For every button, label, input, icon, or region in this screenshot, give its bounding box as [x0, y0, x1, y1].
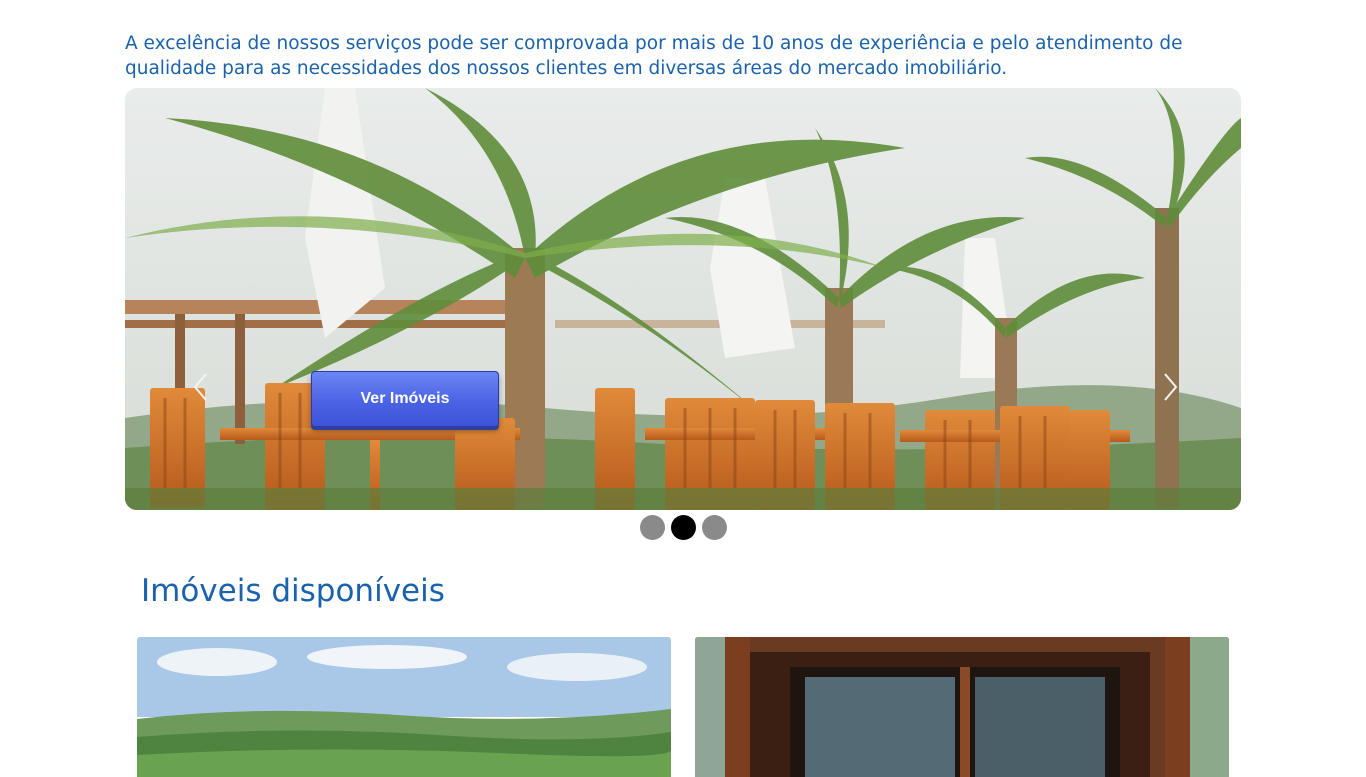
- property-image-landscape: [137, 637, 671, 777]
- hero-carousel[interactable]: Ver Imóveis: [125, 88, 1241, 510]
- view-properties-button[interactable]: Ver Imóveis: [311, 371, 499, 427]
- carousel-prev-button[interactable]: [191, 371, 211, 403]
- carousel-dot-3[interactable]: [702, 515, 727, 540]
- property-card-2[interactable]: [695, 637, 1229, 777]
- chevron-right-icon: [1164, 373, 1178, 401]
- chevron-left-icon: [193, 373, 207, 401]
- carousel-slide-image: [125, 88, 1241, 510]
- property-image-cabin: [695, 637, 1229, 777]
- carousel-dot-1[interactable]: [640, 515, 665, 540]
- carousel-indicators: [640, 515, 727, 540]
- carousel-next-button[interactable]: [1160, 371, 1180, 403]
- carousel-dot-2[interactable]: [671, 515, 696, 540]
- property-card-1[interactable]: [137, 637, 671, 777]
- section-title: Imóveis disponíveis: [141, 573, 445, 609]
- intro-text: A excelência de nossos serviços pode ser…: [125, 33, 1183, 79]
